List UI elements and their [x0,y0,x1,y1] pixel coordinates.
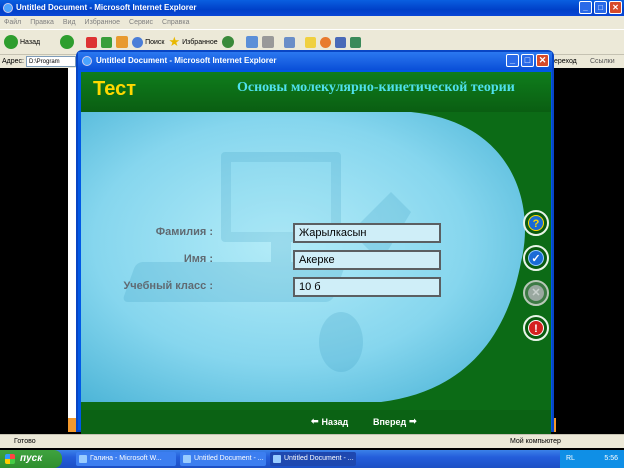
popup-minimize-button[interactable]: _ [506,54,519,67]
forward-nav-label: Вперед [373,416,407,427]
menu-edit[interactable]: Правка [30,16,54,29]
app-header: Тест Основы молекулярно-кинетической тео… [81,72,551,112]
class-label: Учебный класс : [123,280,213,292]
bg-content-left [0,68,68,430]
bg-content-right [556,68,624,430]
task-ie-2[interactable]: Untitled Document - ... [270,452,356,466]
class-input[interactable]: 10 б [293,277,441,297]
check-button[interactable]: ✓ [523,245,549,271]
research-icon[interactable] [334,36,346,48]
exit-icon: ! [528,320,544,336]
help-button[interactable]: ? [523,210,549,236]
print-icon[interactable] [261,36,274,48]
mail-icon[interactable] [245,36,258,48]
right-arrow-icon: ➡ [409,416,417,426]
search-label: Поиск [145,38,165,46]
menu-bar: Файл Правка Вид Избранное Сервис Справка [0,16,624,29]
favorites-label: Избранное [182,38,218,46]
star-icon: ★ [168,34,181,49]
back-label: Назад [20,38,41,46]
address-label: Адрес: [2,58,24,65]
zone-text: Мой компьютер [510,438,561,445]
messenger-icon[interactable] [319,36,331,48]
popup-titlebar[interactable]: Untitled Document - Microsoft Internet E… [78,52,552,70]
go-label[interactable]: ереход [554,55,577,68]
check-icon: ✓ [528,250,544,266]
left-arrow-icon: ⬅ [311,416,319,426]
cancel-icon: ✕ [528,285,544,301]
edit-icon[interactable] [283,36,295,48]
cancel-button[interactable]: ✕ [523,280,549,306]
menu-favorites[interactable]: Избранное [85,16,120,29]
menu-tools[interactable]: Сервис [129,16,153,29]
system-tray: RL 5:56 [560,450,624,468]
name-input[interactable]: Акерке [293,250,441,270]
forward-nav-button[interactable]: Вперед ➡ [373,416,417,427]
taskbar: пуск Галина - Microsoft W... Untitled Do… [0,450,624,468]
content-panel: Фамилия : Жарылкасын Имя : Акерке Учебны… [81,112,551,410]
task-ie-1[interactable]: Untitled Document - ... [180,452,266,466]
people-icon[interactable] [349,36,361,48]
exit-button[interactable]: ! [523,315,549,341]
minimize-button[interactable]: _ [579,1,592,14]
home-icon[interactable] [116,36,129,48]
address-input[interactable]: D:\Program [26,56,76,67]
name-label: Имя : [183,253,213,265]
forward-arrow-icon[interactable] [60,35,75,49]
start-button[interactable]: пуск [0,450,62,468]
search-button[interactable]: Поиск [132,36,165,48]
search-icon [132,36,144,48]
menu-file[interactable]: Файл [4,16,21,29]
stop-icon[interactable] [86,36,98,48]
surname-label: Фамилия : [155,226,213,238]
surname-input[interactable]: Жарылкасын [293,223,441,243]
language-indicator[interactable]: RL [566,455,575,462]
bg-window-titlebar[interactable]: Untitled Document - Microsoft Internet E… [0,0,624,16]
bg-window-title: Untitled Document - Microsoft Internet E… [16,3,197,12]
menu-view[interactable]: Вид [63,16,76,29]
app-footer: ⬅ Назад Вперед ➡ [81,410,551,434]
popup-maximize-button[interactable]: □ [521,54,534,67]
status-bar: Готово Мой компьютер [0,434,624,448]
app-subtitle: Основы молекулярно-кинетической теории [237,80,515,95]
back-nav-label: Назад [321,416,349,427]
help-icon: ? [528,215,544,231]
test-app: Тест Основы молекулярно-кинетической тео… [81,72,551,434]
note-icon[interactable] [304,36,316,48]
task-word[interactable]: Галина - Microsoft W... [76,452,176,466]
menu-help[interactable]: Справка [162,16,189,29]
refresh-icon[interactable] [101,36,113,48]
popup-close-button[interactable]: ✕ [536,54,549,67]
app-logo: Тест [93,78,136,100]
popup-window: Untitled Document - Microsoft Internet E… [76,50,554,434]
maximize-button[interactable]: □ [594,1,607,14]
clock: 5:56 [604,455,618,462]
favorites-button[interactable]: ★ Избранное [168,34,217,50]
media-icon[interactable] [221,36,234,48]
ie-icon [3,3,13,13]
links-label[interactable]: Ссылки [590,55,615,68]
ie-icon [82,56,92,66]
back-button[interactable]: Назад [4,35,40,49]
status-text: Готово [14,438,36,445]
close-button[interactable]: ✕ [609,1,622,14]
popup-title: Untitled Document - Microsoft Internet E… [96,56,277,65]
back-nav-button[interactable]: ⬅ Назад [311,416,348,427]
back-arrow-icon [4,35,18,49]
